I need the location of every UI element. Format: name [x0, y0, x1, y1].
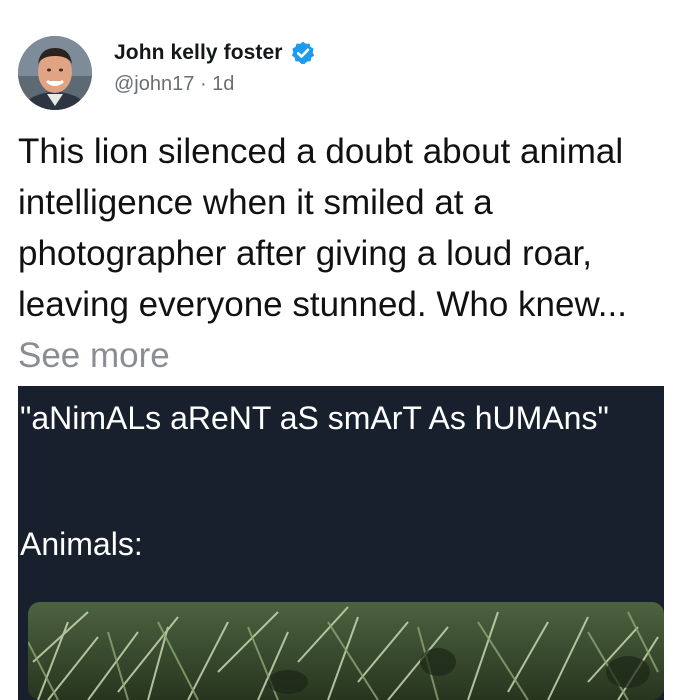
tweet-header: John kelly foster @john17 · 1d	[18, 36, 678, 112]
avatar[interactable]	[18, 36, 92, 110]
card-label-text: Animals:	[20, 526, 143, 562]
verified-badge-icon	[290, 40, 316, 66]
card-quote-text: "aNimALs aReNT aS smArT As hUMAns"	[20, 400, 609, 436]
tweet-meta: @john17 · 1d	[114, 73, 234, 96]
meta-separator: ·	[199, 73, 207, 96]
media-card[interactable]: "aNimALs aReNT aS smArT As hUMAns" Anima…	[18, 386, 664, 700]
see-more-link[interactable]: See more	[18, 336, 170, 375]
tweet-time[interactable]: 1d	[212, 73, 234, 95]
author-row: John kelly foster	[114, 40, 316, 66]
lion-photo[interactable]	[27, 602, 664, 700]
author-handle[interactable]: @john17	[114, 73, 194, 95]
author-name[interactable]: John kelly foster	[114, 41, 283, 65]
tweet-text: This lion silenced a doubt about animal …	[18, 126, 688, 381]
tweet-body: This lion silenced a doubt about animal …	[18, 132, 627, 324]
